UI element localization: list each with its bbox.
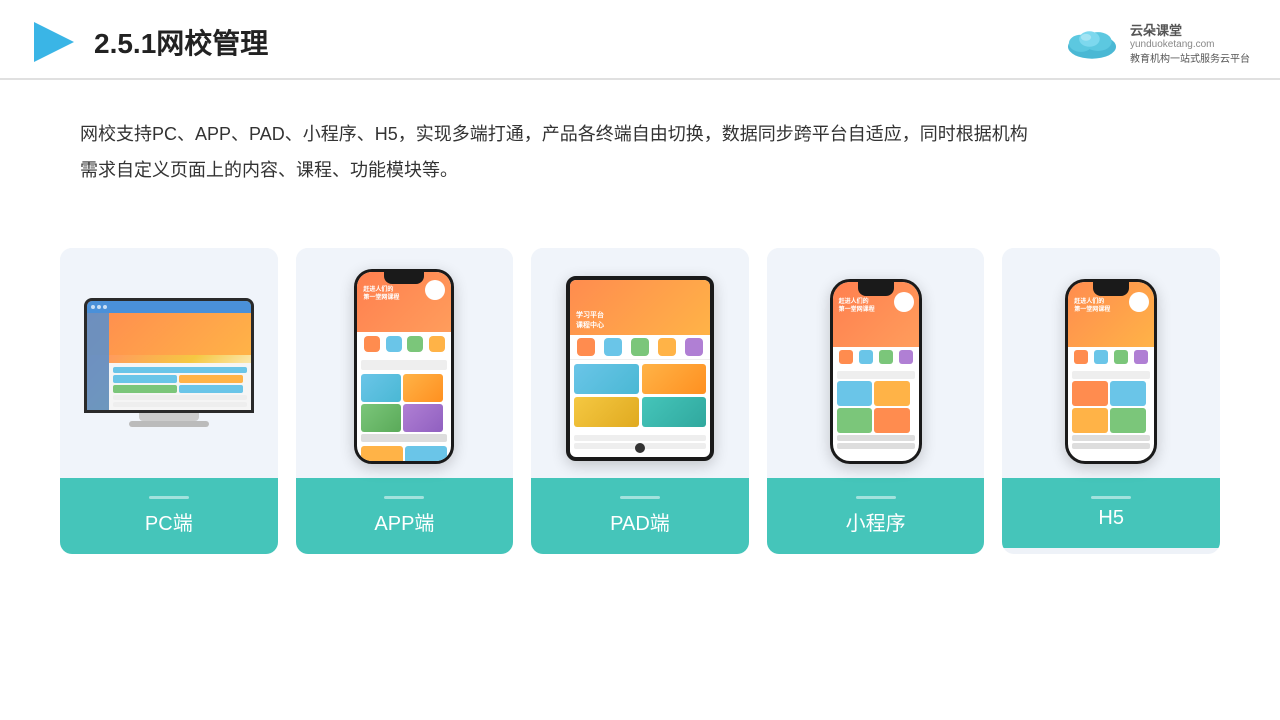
cards-section: PC端 赶进人们的第一堂网课程	[0, 218, 1280, 554]
play-icon	[30, 18, 78, 66]
card-app: 赶进人们的第一堂网课程	[296, 248, 514, 554]
card-miniprogram-label: 小程序	[767, 478, 985, 554]
miniprogram-phone-icon: 赶进人们的第一堂网课程	[830, 279, 922, 464]
card-app-label: APP端	[296, 478, 514, 554]
page-header: 2.5.1网校管理 云朵课堂 yunduoketang.com 教育机构一站式服…	[0, 0, 1280, 80]
pc-image-area	[60, 248, 278, 478]
app-image-area: 赶进人们的第一堂网课程	[296, 248, 514, 478]
description-text: 网校支持PC、APP、PAD、小程序、H5，实现多端打通，产品各终端自由切换，数…	[80, 124, 1028, 180]
logo-area: 云朵课堂 yunduoketang.com 教育机构一站式服务云平台	[1062, 20, 1250, 65]
page-description: 网校支持PC、APP、PAD、小程序、H5，实现多端打通，产品各终端自由切换，数…	[0, 80, 1280, 208]
logo-url: yunduoketang.com	[1130, 39, 1215, 50]
header-left: 2.5.1网校管理	[30, 18, 268, 66]
card-pc: PC端	[60, 248, 278, 554]
logo-name: 云朵课堂	[1130, 20, 1182, 39]
page-title: 2.5.1网校管理	[94, 22, 268, 62]
logo-text: 云朵课堂 yunduoketang.com 教育机构一站式服务云平台	[1130, 20, 1250, 65]
card-pc-label: PC端	[60, 478, 278, 554]
h5-phone-icon: 赶进人们的第一堂网课程	[1065, 279, 1157, 464]
pc-monitor-icon	[84, 298, 254, 438]
h5-image-area: 赶进人们的第一堂网课程	[1002, 248, 1220, 478]
pad-image-area: 学习平台课程中心	[531, 248, 749, 478]
cloud-logo-icon	[1062, 22, 1122, 62]
card-pad: 学习平台课程中心	[531, 248, 749, 554]
logo-slogan: 教育机构一站式服务云平台	[1130, 50, 1250, 65]
card-miniprogram: 赶进人们的第一堂网课程	[767, 248, 985, 554]
card-h5-label: H5	[1002, 478, 1220, 548]
pad-tablet-icon: 学习平台课程中心	[566, 276, 714, 461]
card-h5: 赶进人们的第一堂网课程	[1002, 248, 1220, 554]
card-pad-label: PAD端	[531, 478, 749, 554]
app-phone-icon: 赶进人们的第一堂网课程	[354, 269, 454, 464]
miniprogram-image-area: 赶进人们的第一堂网课程	[767, 248, 985, 478]
